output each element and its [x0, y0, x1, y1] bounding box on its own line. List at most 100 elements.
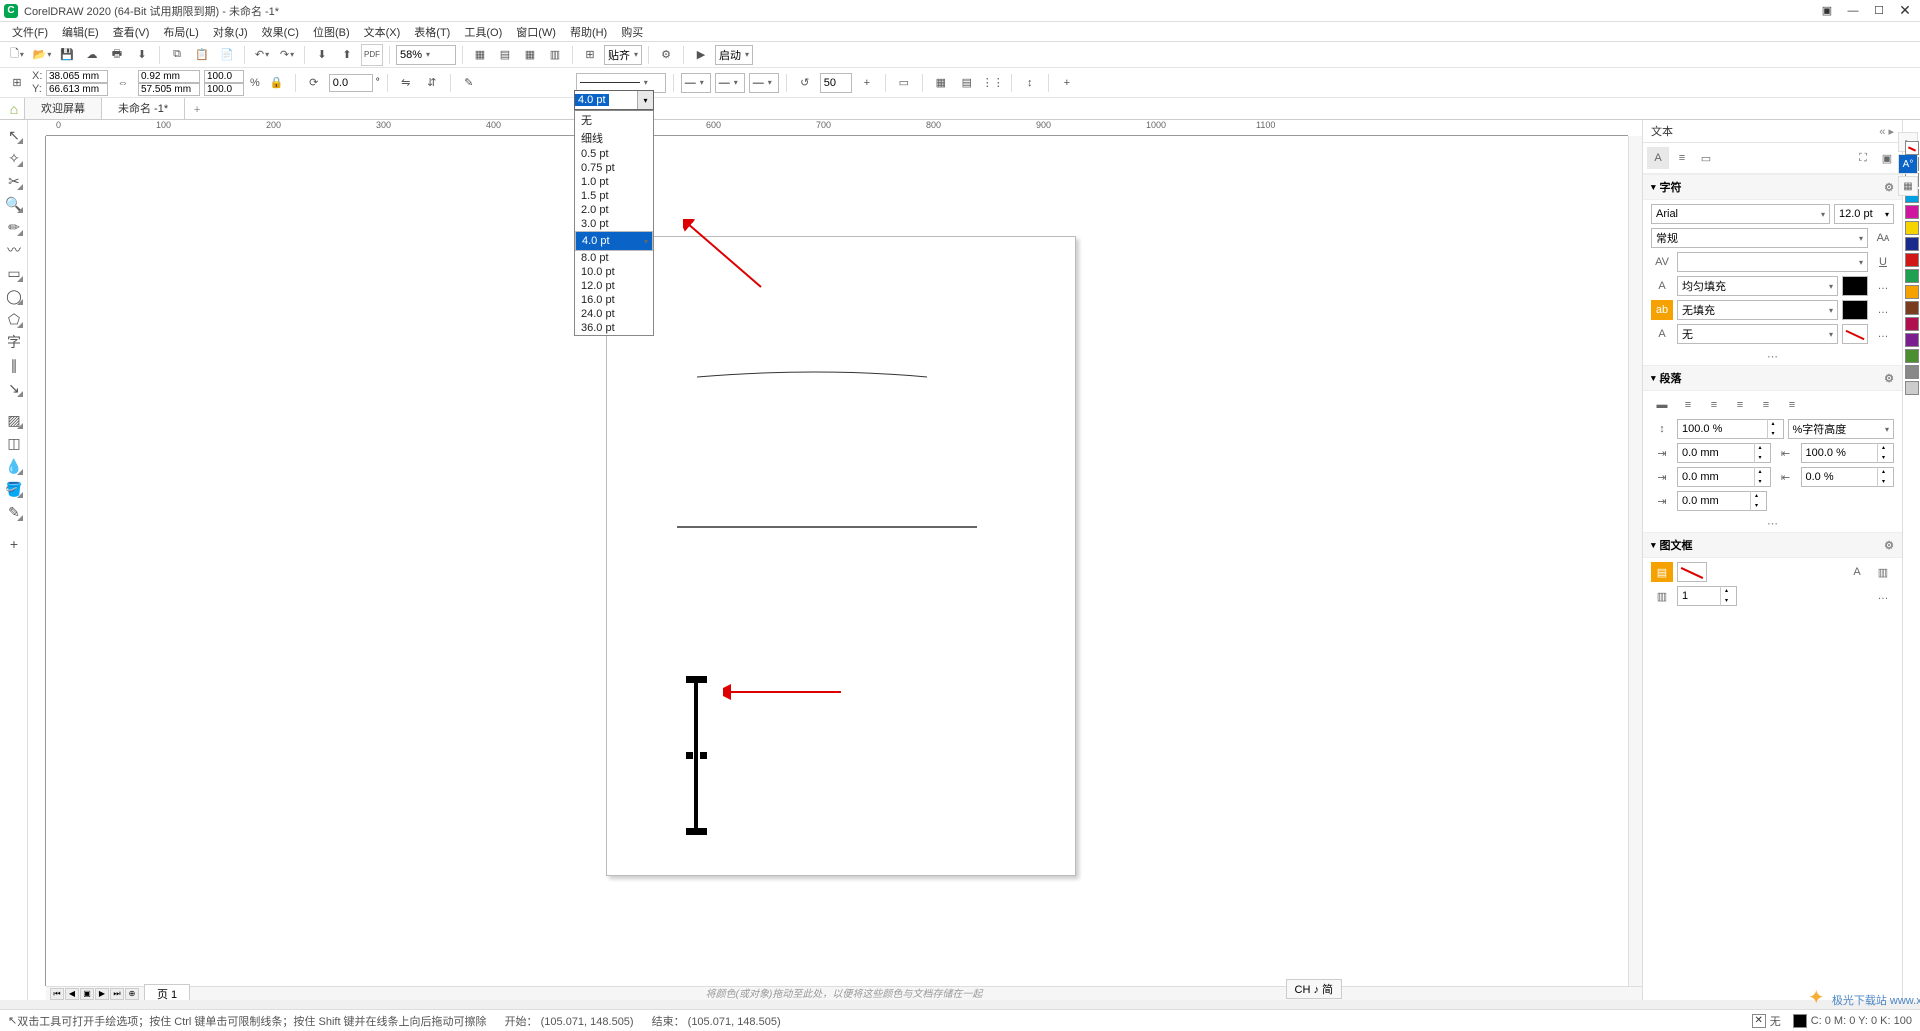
outline-width-combo[interactable]: 4.0 pt ▾ — [574, 90, 654, 110]
align-full-icon[interactable]: ≡ — [1781, 395, 1803, 415]
snap-icon[interactable]: ⊞ — [579, 44, 601, 66]
char-tab-icon[interactable]: A — [1647, 147, 1669, 169]
crop-tool-icon[interactable]: ✂ — [3, 170, 25, 192]
connector-tool-icon[interactable]: ↘ — [3, 377, 25, 399]
align-left-icon[interactable]: ≡ — [1677, 395, 1699, 415]
outline-tool-icon[interactable]: ✎ — [3, 501, 25, 523]
frame-text-icon[interactable]: A — [1846, 562, 1868, 582]
font-family-select[interactable]: Arial — [1651, 204, 1830, 224]
outline-opt-4[interactable]: 4.0 pt — [575, 231, 653, 251]
menu-text[interactable]: 文本(X) — [358, 22, 407, 42]
nav-first-icon[interactable]: ⏮ — [50, 988, 64, 1000]
palette-yellow[interactable] — [1905, 221, 1919, 235]
pick-tool-icon[interactable]: ↖ — [3, 124, 25, 146]
x-input[interactable] — [46, 70, 108, 83]
new-doc-button[interactable]: 🗋 — [6, 44, 28, 66]
clipboard-button[interactable]: 📄 — [216, 44, 238, 66]
outline-width-dropdown[interactable]: 无 细线 0.5 pt 0.75 pt 1.0 pt 1.5 pt 2.0 pt… — [574, 110, 654, 336]
menu-tools[interactable]: 工具(O) — [458, 22, 508, 42]
frame-cols-icon[interactable]: ▥ — [1872, 562, 1894, 582]
chevron-down-icon[interactable]: ▾ — [637, 91, 653, 109]
artistic-media-icon[interactable]: 〰 — [3, 239, 25, 261]
distribute-icon[interactable]: ⋮⋮ — [982, 72, 1004, 94]
frame-flow-icon[interactable]: ▤ — [1651, 562, 1673, 582]
wrap-icon[interactable]: ▦ — [930, 72, 952, 94]
menu-edit[interactable]: 编辑(E) — [56, 22, 105, 42]
frame-tab-icon[interactable]: ▭ — [1695, 147, 1717, 169]
freehand-tool-icon[interactable]: ✏ — [3, 216, 25, 238]
menu-table[interactable]: 表格(T) — [408, 22, 456, 42]
open-button[interactable]: 📂 — [31, 44, 53, 66]
scalex-input[interactable] — [204, 70, 244, 83]
outline-opt-10[interactable]: 10.0 pt — [575, 265, 653, 279]
menu-buy[interactable]: 购买 — [615, 22, 649, 42]
frame-view-icon[interactable]: ▣ — [1876, 147, 1898, 169]
outline-indicator-icon[interactable] — [1793, 1014, 1807, 1028]
leading-mode-select[interactable]: %字符高度 — [1788, 419, 1895, 439]
rulers-icon[interactable]: ▤ — [494, 44, 516, 66]
ime-indicator[interactable]: CH ♪ 简 — [1286, 979, 1343, 999]
bgfill-more-icon[interactable]: … — [1872, 300, 1894, 320]
launch-combo[interactable]: 启动 — [715, 45, 753, 65]
nav-prev-icon[interactable]: ◀ — [65, 988, 79, 1000]
palette-olive[interactable] — [1905, 349, 1919, 363]
vertical-scrollbar[interactable] — [1628, 136, 1642, 986]
order-icon[interactable]: ↕ — [1019, 72, 1041, 94]
ellipse-tool-icon[interactable]: ◯ — [3, 285, 25, 307]
menu-file[interactable]: 文件(F) — [6, 22, 54, 42]
font-caps-icon[interactable]: Aᴀ — [1872, 228, 1894, 248]
rectangle-tool-icon[interactable]: ▭ — [3, 262, 25, 284]
canvas[interactable] — [46, 136, 1628, 986]
bgfill-swatch[interactable] — [1842, 300, 1868, 320]
close-curve-icon[interactable]: ↺ — [794, 72, 816, 94]
palette-magenta[interactable] — [1905, 205, 1919, 219]
snap-combo[interactable]: 贴齐 — [604, 45, 642, 65]
feedback-button[interactable]: ▣ — [1816, 3, 1838, 19]
font-size-input[interactable]: 12.0 pt — [1834, 204, 1894, 224]
palette-blue[interactable] — [1905, 237, 1919, 251]
fill-type-select[interactable]: 均匀填充 — [1677, 276, 1838, 296]
space-before-pct-input[interactable]: 100.0 %▴▾ — [1801, 443, 1895, 463]
transparency-tool-icon[interactable]: ◫ — [3, 432, 25, 454]
para-tab-icon[interactable]: ≡ — [1671, 147, 1693, 169]
para-expand[interactable]: ⋯ — [1643, 515, 1902, 532]
ruler-horizontal[interactable]: 0 100 200 300 400 500 600 700 800 900 10… — [46, 120, 1628, 136]
close-button[interactable]: ✕ — [1894, 3, 1916, 19]
fill-tool-icon[interactable]: 🪣 — [3, 478, 25, 500]
frame-fill-swatch[interactable] — [1677, 562, 1707, 582]
expand-icon[interactable]: ⛶ — [1852, 147, 1874, 169]
fill-indicator-icon[interactable] — [1752, 1014, 1766, 1028]
align-justify-icon[interactable]: ≡ — [1755, 395, 1777, 415]
options-gear-icon[interactable]: ⚙ — [655, 44, 677, 66]
frame-more-icon[interactable]: … — [1872, 586, 1894, 606]
columns-input[interactable]: 1▴▾ — [1677, 586, 1737, 606]
import-button[interactable]: ⬇ — [311, 44, 333, 66]
fill-swatch[interactable] — [1842, 276, 1868, 296]
underline-icon[interactable]: U — [1872, 252, 1894, 272]
leading-input[interactable]: 100.0 %▴▾ — [1677, 419, 1784, 439]
outline-opt-15[interactable]: 1.5 pt — [575, 189, 653, 203]
docker-objects-icon[interactable]: ▦ — [1898, 176, 1918, 196]
palette-green[interactable] — [1905, 269, 1919, 283]
left-indent-input[interactable]: 0.0 mm▴▾ — [1677, 491, 1767, 511]
outline-opt-2[interactable]: 2.0 pt — [575, 203, 653, 217]
drop-shadow-icon[interactable]: ▨ — [3, 409, 25, 431]
outline-opt-8[interactable]: 8.0 pt — [575, 251, 653, 265]
outline-opt-3[interactable]: 3.0 pt — [575, 217, 653, 231]
indent-pct-input[interactable]: 0.0 %▴▾ — [1801, 467, 1895, 487]
zoom-combo[interactable]: 58% — [396, 45, 456, 65]
space-before-input[interactable]: 0.0 mm▴▾ — [1677, 443, 1771, 463]
save-button[interactable]: 💾 — [56, 44, 78, 66]
palette-purple[interactable] — [1905, 333, 1919, 347]
add-tool-icon[interactable]: + — [3, 533, 25, 555]
print-button[interactable]: 🖶 — [106, 44, 128, 66]
undo-button[interactable]: ↶ — [251, 44, 273, 66]
align-icon[interactable]: ▤ — [956, 72, 978, 94]
outline-opt-24[interactable]: 24.0 pt — [575, 307, 653, 321]
align-right-icon[interactable]: ≡ — [1729, 395, 1751, 415]
palette-orange[interactable] — [1905, 285, 1919, 299]
cloud-down-button[interactable]: ⬇ — [131, 44, 153, 66]
zoom-tool-icon[interactable]: 🔍 — [3, 193, 25, 215]
start-arrow-combo[interactable]: — — [681, 73, 711, 93]
outline-opt-36[interactable]: 36.0 pt — [575, 321, 653, 335]
